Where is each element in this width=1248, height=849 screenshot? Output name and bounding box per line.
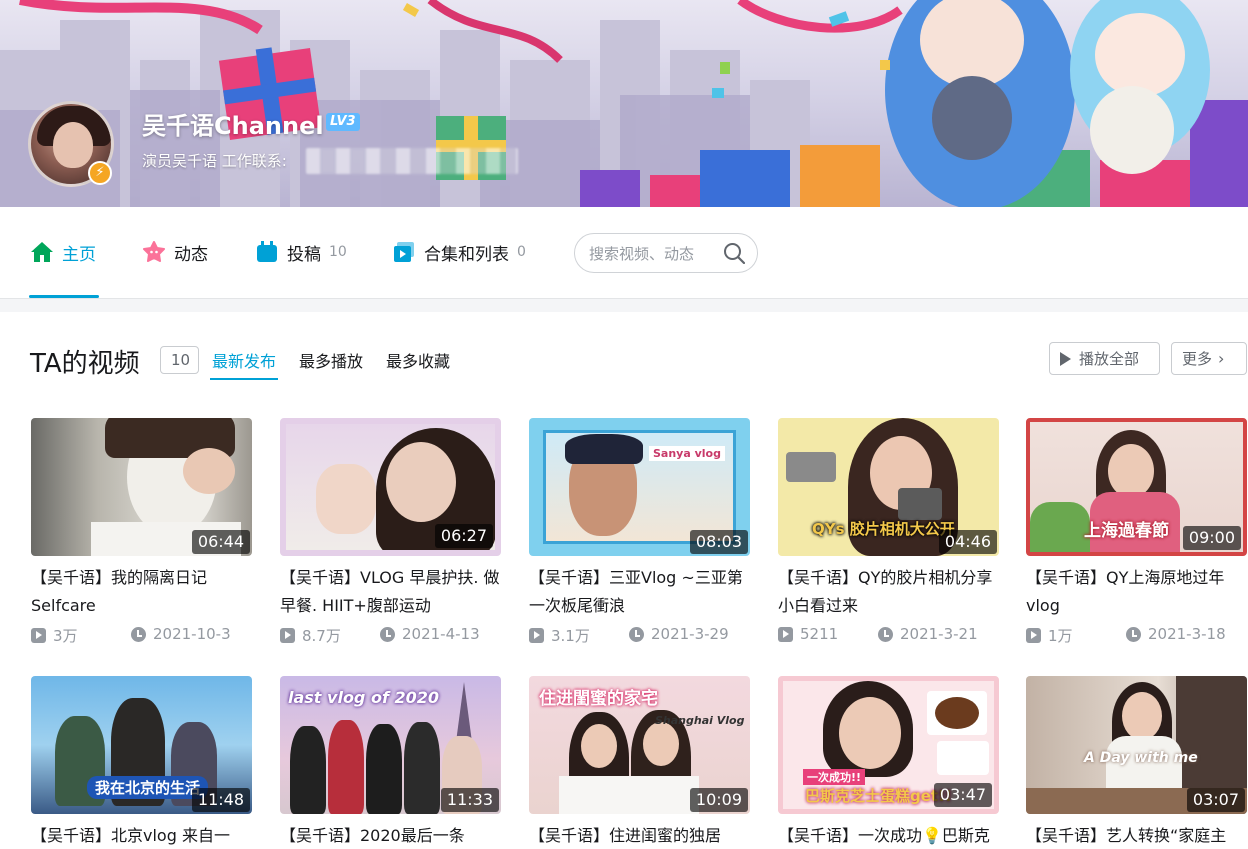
upload-icon (255, 240, 279, 264)
level-badge: LV3 (326, 113, 360, 131)
video-card[interactable]: QYs 胶片相机大公开 04:46 【吴千语】QY的胶片相机分享 小白看过来 5… (778, 418, 1000, 645)
play-triangle-icon (1060, 351, 1071, 366)
play-count-icon (778, 626, 793, 642)
play-count-icon (529, 628, 544, 643)
video-card[interactable]: 一次成功!! 巴斯克芝士蛋糕get!! 03:47 【吴千语】一次成功💡巴斯克 (778, 676, 1000, 849)
video-card[interactable]: last vlog of 2020 11:33 【吴千语】2020最后一条 (280, 676, 502, 849)
video-duration: 06:44 (191, 530, 250, 554)
video-card[interactable]: 我在北京的生活 11:48 【吴千语】北京vlog 来自一 (31, 676, 253, 849)
video-duration: 11:33 (440, 788, 499, 812)
video-card[interactable]: A Day with me 03:07 【吴千语】艺人转换“家庭主 (1026, 676, 1248, 849)
video-thumbnail[interactable]: 一次成功!! 巴斯克芝士蛋糕get!! 03:47 (778, 676, 999, 814)
video-duration: 03:47 (933, 783, 992, 807)
sort-latest[interactable]: 最新发布 (212, 348, 276, 372)
video-card[interactable]: 06:44 【吴千语】我的隔离日记Selfcare 3万 2021-10-3 (31, 418, 253, 645)
play-count-icon (31, 628, 46, 643)
sort-most-played[interactable]: 最多播放 (299, 348, 363, 372)
video-thumbnail[interactable]: 上海過春節 09:00 (1026, 418, 1247, 556)
upload-date: 2021-3-21 (900, 625, 978, 643)
video-duration: 04:46 (938, 530, 997, 554)
clock-icon (131, 626, 146, 642)
more-button[interactable]: 更多 › (1171, 342, 1247, 375)
upload-date: 2021-4-13 (402, 625, 480, 643)
video-card[interactable]: 住进閨蜜的家宅 Shanghai Vlog 10:09 【吴千语】住进闺蜜的独居 (529, 676, 751, 849)
sort-most-favorited[interactable]: 最多收藏 (386, 348, 450, 372)
video-duration: 03:07 (1186, 788, 1245, 812)
view-count: 3万 (53, 627, 78, 645)
video-title[interactable]: 【吴千语】我的隔离日记Selfcare (31, 564, 253, 620)
thumb-caption: QYs 胶片相机大公开 (812, 520, 955, 538)
video-thumbnail[interactable]: Sanya vlog 08:03 (529, 418, 750, 556)
nav-home-tab[interactable]: 主页 (30, 237, 96, 267)
video-thumbnail[interactable]: 06:44 (31, 418, 252, 556)
video-card[interactable]: 06:27 【吴千语】VLOG 早晨护扶. 做早餐. HIIT+腹部运动 8.7… (280, 418, 502, 645)
home-icon (30, 240, 54, 264)
search-input[interactable] (589, 243, 719, 265)
play-all-button[interactable]: 播放全部 (1049, 342, 1160, 375)
search-box[interactable] (574, 233, 758, 273)
nav-dynamic-tab[interactable]: 动态 (142, 237, 208, 267)
video-duration: 09:00 (1182, 526, 1241, 550)
thumb-subcaption: Shanghai Vlog (655, 714, 745, 727)
section-title: TA的视频 (30, 349, 140, 379)
video-thumbnail[interactable]: 06:27 (280, 418, 501, 556)
video-thumbnail[interactable]: A Day with me 03:07 (1026, 676, 1247, 814)
thumb-caption: A Day with me (1084, 750, 1198, 766)
video-title[interactable]: 【吴千语】北京vlog 来自一 (31, 822, 253, 849)
dynamic-icon (142, 240, 166, 264)
view-count: 8.7万 (302, 627, 341, 645)
view-count: 3.1万 (551, 627, 590, 645)
video-thumbnail[interactable]: QYs 胶片相机大公开 04:46 (778, 418, 999, 556)
thumb-caption: last vlog of 2020 (288, 688, 440, 707)
nav-collection-tab[interactable]: 合集和列表 0 (392, 237, 526, 267)
video-title[interactable]: 【吴千语】住进闺蜜的独居 (529, 822, 751, 849)
video-duration: 06:27 (434, 524, 493, 548)
thumb-caption: 巴斯克芝士蛋糕get!! (805, 787, 952, 805)
view-count: 5211 (800, 625, 839, 643)
nav-upload-tab[interactable]: 投稿 10 (255, 237, 347, 267)
search-icon[interactable] (723, 242, 746, 265)
clock-icon (1126, 626, 1141, 642)
video-title[interactable]: 【吴千语】艺人转换“家庭主 (1026, 822, 1248, 849)
chevron-right-icon: › (1218, 349, 1225, 368)
thumb-tag: 一次成功!! (803, 769, 866, 785)
clock-icon (380, 626, 395, 642)
video-duration: 11:48 (191, 788, 250, 812)
video-card[interactable]: 上海過春節 09:00 【吴千语】QY上海原地过年vlog 1万 2021-3-… (1026, 418, 1248, 645)
channel-name: 吴千语Channel (142, 112, 324, 140)
banner-illustration (0, 0, 1248, 207)
view-count: 1万 (1048, 627, 1073, 645)
video-title[interactable]: 【吴千语】QY的胶片相机分享 小白看过来 (778, 564, 1000, 620)
video-thumbnail[interactable]: 住进閨蜜的家宅 Shanghai Vlog 10:09 (529, 676, 750, 814)
video-card[interactable]: Sanya vlog 08:03 【吴千语】三亚Vlog ~三亚第一次板尾衝浪 … (529, 418, 751, 645)
video-title[interactable]: 【吴千语】VLOG 早晨护扶. 做早餐. HIIT+腹部运动 (280, 564, 502, 620)
thumb-caption: Sanya vlog (649, 446, 725, 461)
upload-date: 2021-3-29 (651, 625, 729, 643)
video-title[interactable]: 【吴千语】QY上海原地过年vlog (1026, 564, 1248, 620)
thumb-caption: 我在北京的生活 (87, 776, 209, 799)
video-title[interactable]: 【吴千语】2020最后一条 (280, 822, 502, 849)
section-count: 10 (160, 346, 200, 374)
thumb-caption: 上海過春節 (1084, 521, 1169, 541)
play-count-icon (280, 628, 295, 643)
video-duration: 08:03 (689, 530, 748, 554)
video-thumbnail[interactable]: 我在北京的生活 11:48 (31, 676, 252, 814)
video-title[interactable]: 【吴千语】三亚Vlog ~三亚第一次板尾衝浪 (529, 564, 751, 620)
verified-bolt-icon: ⚡ (88, 161, 112, 185)
blurred-contact (306, 148, 518, 174)
upload-date: 2021-3-18 (1148, 625, 1226, 643)
active-tab-indicator (29, 295, 99, 298)
upload-date: 2021-10-3 (153, 625, 231, 643)
sort-active-indicator (210, 378, 278, 380)
clock-icon (629, 626, 644, 642)
thumb-caption: 住进閨蜜的家宅 (539, 689, 658, 709)
clock-icon (878, 626, 893, 642)
video-duration: 10:09 (689, 788, 748, 812)
channel-sign: 演员吴千语 工作联系: (142, 152, 287, 170)
video-thumbnail[interactable]: last vlog of 2020 11:33 (280, 676, 501, 814)
collection-icon (392, 240, 416, 264)
play-count-icon (1026, 628, 1041, 643)
video-title[interactable]: 【吴千语】一次成功💡巴斯克 (778, 822, 1000, 849)
channel-banner: ⚡ 吴千语Channel LV3 演员吴千语 工作联系: (0, 0, 1248, 207)
